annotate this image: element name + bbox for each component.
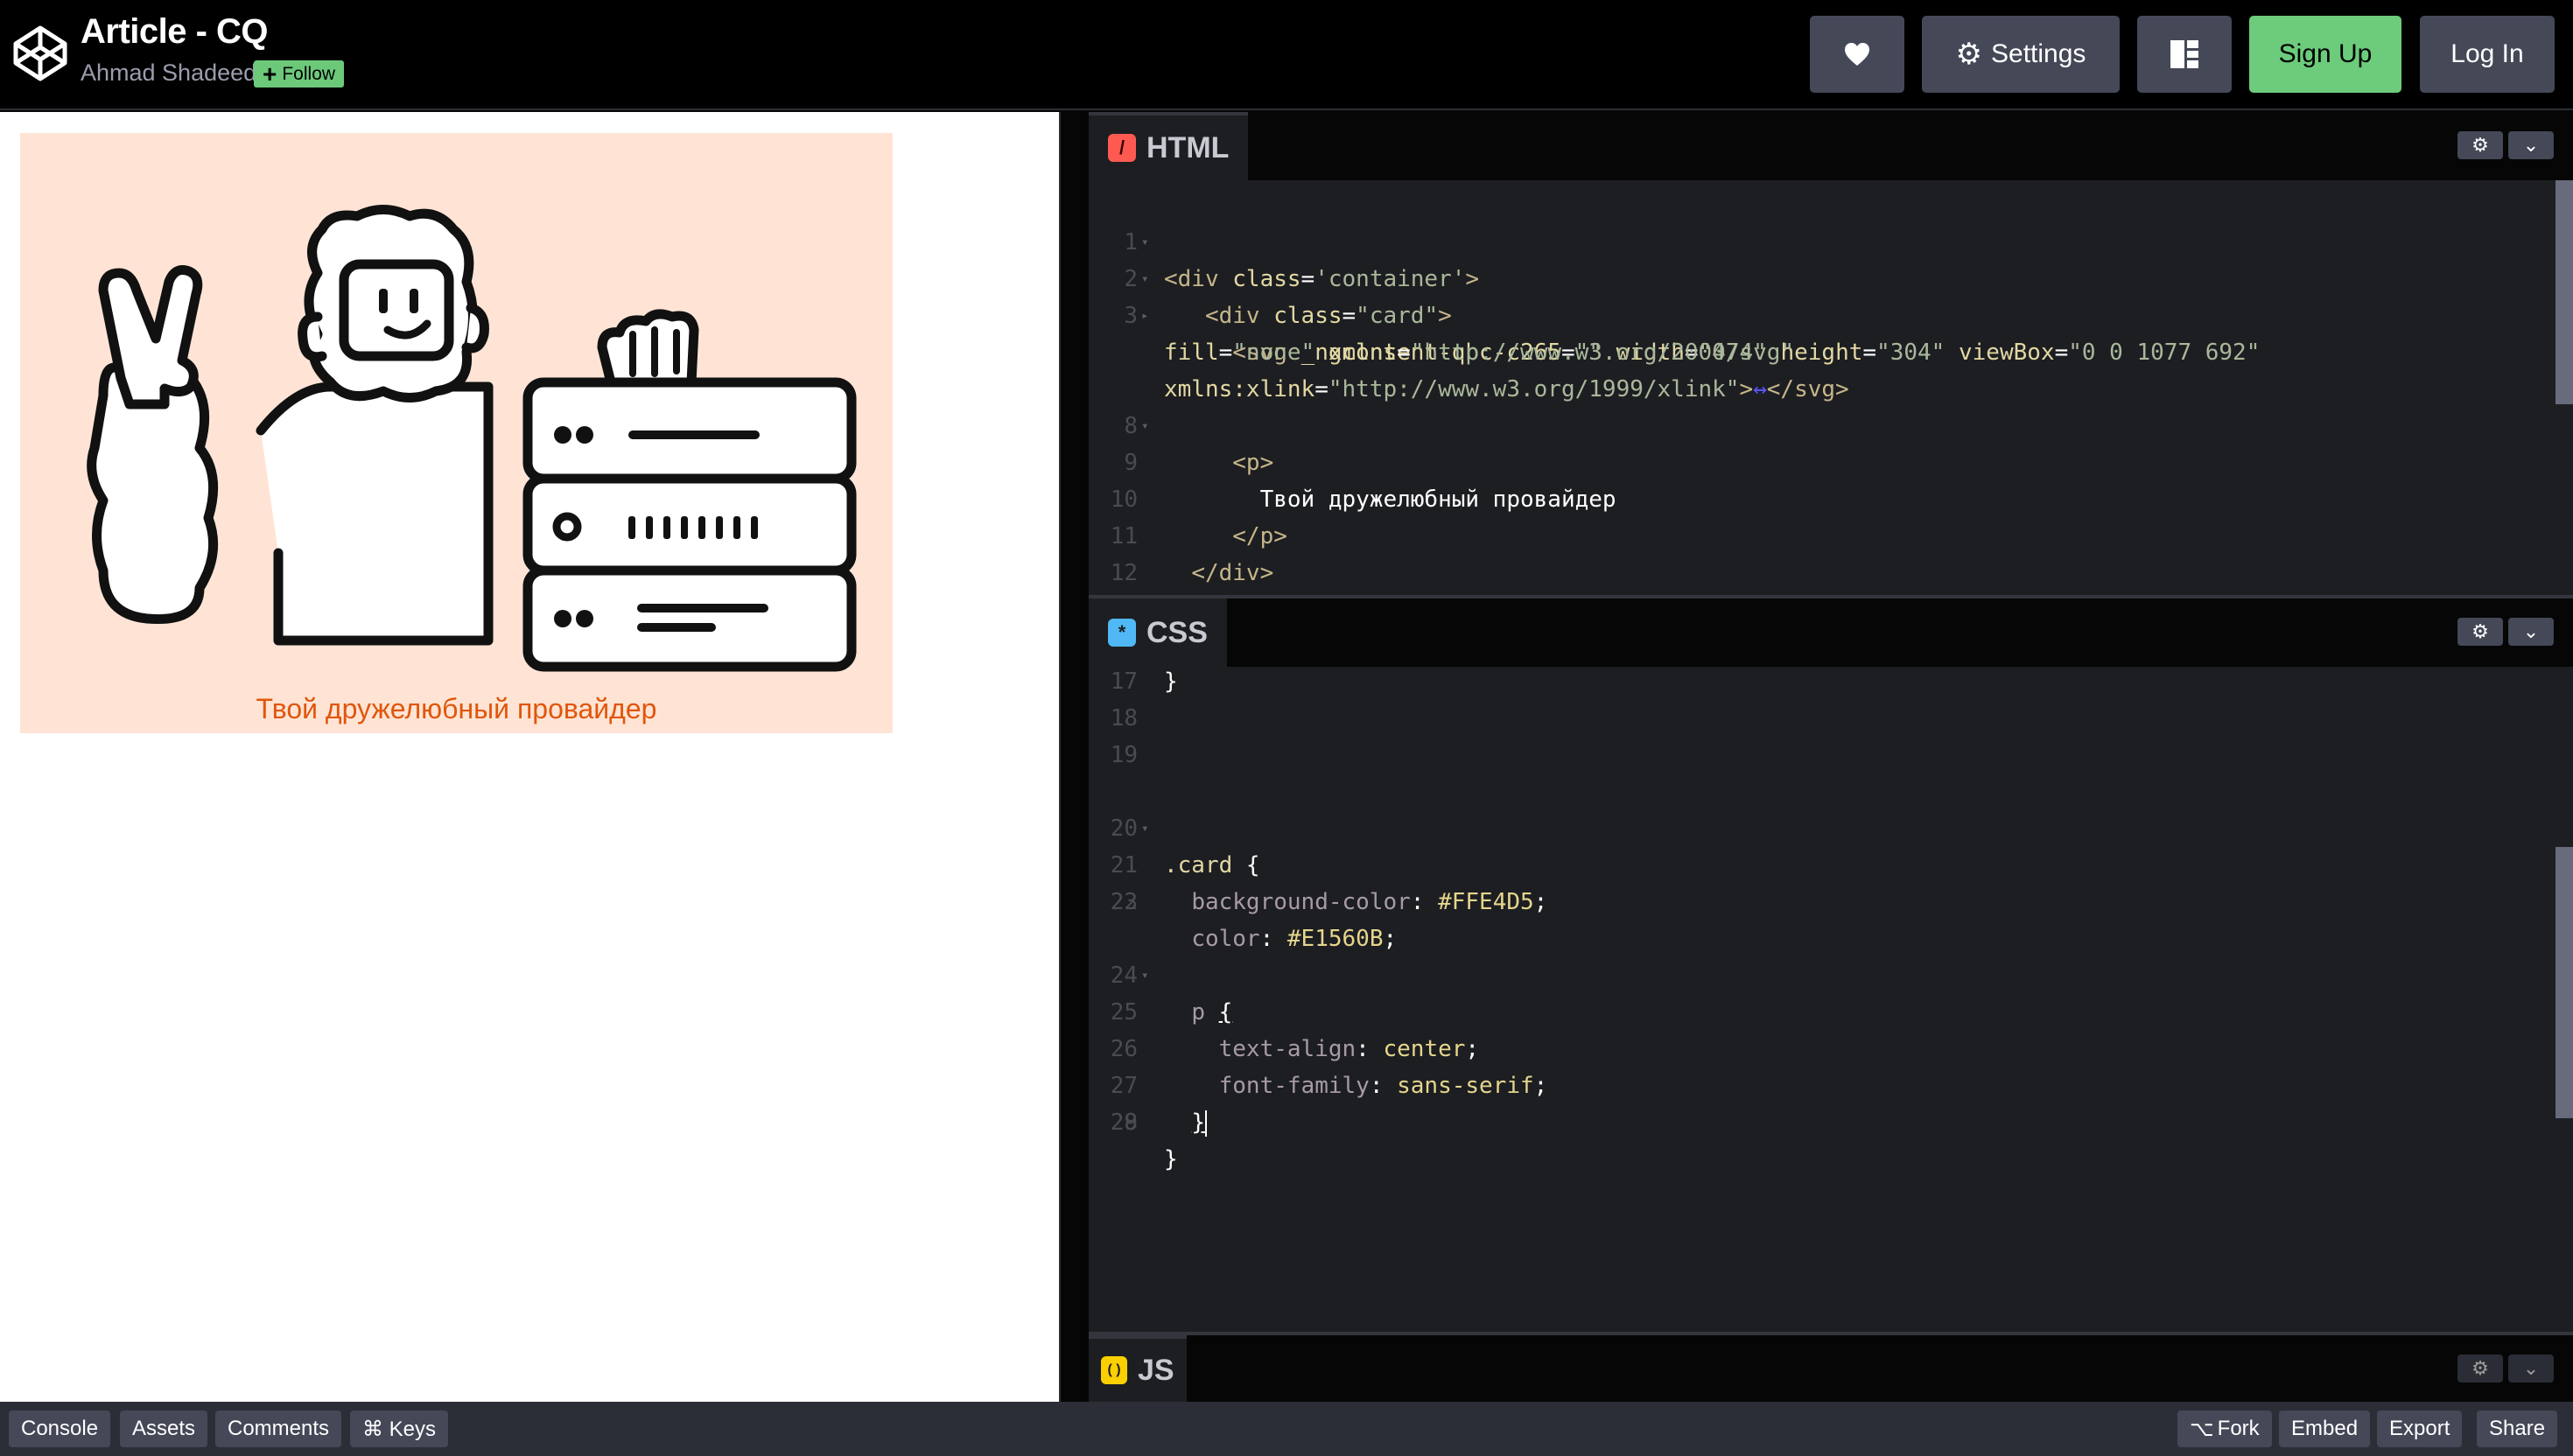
js-editor-header: ( ) JS ⚙ ⌄ bbox=[1089, 1335, 2573, 1402]
js-settings-button[interactable]: ⚙ bbox=[2457, 1354, 2503, 1382]
code-line-wrap: fill="none" xmlns="http://www.w3.org/200… bbox=[1164, 340, 1795, 366]
code-line: 24 ▾ p { bbox=[1089, 920, 2559, 1026]
pane-resizer[interactable] bbox=[1059, 112, 1092, 1402]
code-line: 2 ▾ <div class="card"> bbox=[1089, 224, 2559, 329]
code-line: 18 bbox=[1110, 705, 1138, 732]
code-line: 9 Твой дружелюбный провайдер bbox=[1124, 450, 1616, 513]
fork-button[interactable]: ⌥ Fork bbox=[2177, 1410, 2272, 1447]
gear-icon: ⚙ bbox=[2471, 620, 2489, 642]
settings-label: Settings bbox=[1991, 39, 2086, 68]
js-collapse-button[interactable]: ⌄ bbox=[2508, 1354, 2554, 1382]
css-collapse-button[interactable]: ⌄ bbox=[2508, 618, 2554, 646]
log-in-button[interactable]: Log In bbox=[2420, 16, 2555, 93]
layout-icon bbox=[2170, 40, 2198, 68]
sign-up-button[interactable]: Sign Up bbox=[2249, 16, 2401, 93]
gear-icon: ⚙ bbox=[2471, 1357, 2489, 1379]
tab-html[interactable]: / HTML bbox=[1089, 112, 1249, 180]
code-line: 29 bbox=[1110, 1110, 1138, 1136]
css-editor: * CSS ⚙ ⌄ 17} 18 19 20 ▾ .card { 21 backg… bbox=[1089, 598, 2573, 1442]
code-line: 17} bbox=[1110, 668, 1178, 695]
js-parens-icon: ( ) bbox=[1101, 1356, 1127, 1384]
html-editor-header: / HTML ⚙ ⌄ bbox=[1089, 112, 2573, 180]
pen-title: Article - CQ bbox=[81, 12, 269, 51]
css-editor-header: * CSS ⚙ ⌄ bbox=[1089, 598, 2573, 667]
plus-icon: + bbox=[263, 60, 277, 88]
html-settings-button[interactable]: ⚙ bbox=[2457, 131, 2503, 159]
gear-icon: ⚙ bbox=[2471, 134, 2489, 156]
css-code-area[interactable]: 17} 18 19 20 ▾ .card { 21 background-colo… bbox=[1089, 667, 2573, 1332]
gear-icon: ⚙ bbox=[1955, 38, 1983, 71]
result-preview[interactable]: Твой дружелюбный провайдер bbox=[0, 112, 1059, 1402]
preview-card: Твой дружелюбный провайдер bbox=[20, 133, 893, 733]
code-line: 25 text-align: center; bbox=[1110, 999, 1480, 1062]
settings-button[interactable]: ⚙ Settings bbox=[1922, 16, 2120, 93]
js-editor: ( ) JS ⚙ ⌄ bbox=[1089, 1335, 2573, 1402]
css-scrollbar[interactable] bbox=[2555, 847, 2573, 1118]
code-line: 3 ▸ <svg _ngcontent-qbc-c265="" width="47… bbox=[1089, 261, 2559, 366]
code-line: 21 background-color: #FFE4D5; bbox=[1110, 852, 1548, 915]
html-tab-label: HTML bbox=[1146, 130, 1230, 164]
assets-button[interactable]: Assets bbox=[120, 1410, 208, 1447]
chevron-down-icon: ⌄ bbox=[2522, 620, 2540, 642]
love-button[interactable] bbox=[1810, 16, 1904, 93]
tab-css[interactable]: * CSS bbox=[1089, 598, 1227, 667]
code-line: 19 bbox=[1110, 742, 1138, 768]
code-line: 28 } bbox=[1110, 1110, 1178, 1172]
css-tab-label: CSS bbox=[1146, 615, 1208, 649]
bottom-bar: Console Assets Comments ⌘ Keys ⌥ Fork Em… bbox=[0, 1402, 2573, 1456]
card-caption: Твой дружелюбный провайдер bbox=[256, 693, 657, 724]
code-line: 11 </div> bbox=[1110, 523, 1274, 586]
html-scrollbar[interactable] bbox=[2555, 180, 2573, 404]
fork-icon: ⌥ bbox=[2190, 1417, 2214, 1441]
js-tab-label: JS bbox=[1138, 1353, 1174, 1387]
code-line: 10 </p> bbox=[1110, 486, 1287, 550]
html-editor: / HTML ⚙ ⌄ 1 ▾ <div class='container'> 2 ▾… bbox=[1089, 112, 2573, 595]
heart-icon bbox=[1845, 43, 1869, 66]
html-slash-icon: / bbox=[1108, 134, 1136, 162]
code-line-wrap: xmlns:xlink="http://www.w3.org/1999/xlin… bbox=[1164, 376, 1849, 402]
change-view-button[interactable] bbox=[2137, 16, 2232, 93]
console-button[interactable]: Console bbox=[9, 1410, 111, 1447]
person-server-illustration bbox=[87, 205, 857, 672]
code-line: 8 ▾ <p> bbox=[1089, 371, 2559, 476]
share-button[interactable]: Share bbox=[2477, 1410, 2558, 1447]
tab-js[interactable]: ( ) JS bbox=[1089, 1335, 1187, 1402]
css-settings-button[interactable]: ⚙ bbox=[2457, 618, 2503, 646]
follow-label: Follow bbox=[282, 64, 336, 84]
top-header: Article - CQ Ahmad Shadeed + Follow ⚙ Se… bbox=[0, 0, 2573, 110]
keys-button[interactable]: ⌘ Keys bbox=[350, 1410, 449, 1447]
author-name[interactable]: Ahmad Shadeed bbox=[81, 60, 256, 87]
codepen-logo-icon[interactable] bbox=[12, 24, 68, 82]
code-line: 27 } bbox=[1110, 1073, 1207, 1137]
chevron-down-icon: ⌄ bbox=[2522, 134, 2540, 156]
embed-button[interactable]: Embed bbox=[2279, 1410, 2371, 1447]
follow-button[interactable]: + Follow bbox=[254, 60, 345, 88]
chevron-down-icon: ⌄ bbox=[2522, 1357, 2540, 1379]
export-button[interactable]: Export bbox=[2377, 1410, 2463, 1447]
code-line: 13 </div> bbox=[1089, 555, 2559, 592]
code-line: 23 bbox=[1110, 889, 1138, 915]
code-line: 20 ▾ .card { bbox=[1089, 774, 2559, 878]
editors-panel: / HTML ⚙ ⌄ 1 ▾ <div class='container'> 2 ▾… bbox=[1089, 112, 2573, 1402]
code-line: 1 ▾ <div class='container'> bbox=[1089, 187, 2559, 292]
css-asterisk-icon: * bbox=[1108, 619, 1136, 647]
html-collapse-button[interactable]: ⌄ bbox=[2508, 131, 2554, 159]
code-line: 26 font-family: sans-serif; bbox=[1110, 1036, 1548, 1099]
comments-button[interactable]: Comments bbox=[215, 1410, 342, 1447]
code-line: 12 </div> bbox=[1110, 560, 1138, 586]
code-line: 22 color: #E1560B; bbox=[1110, 889, 1398, 952]
html-code-area[interactable]: 1 ▾ <div class='container'> 2 ▾ <div class… bbox=[1089, 180, 2573, 595]
